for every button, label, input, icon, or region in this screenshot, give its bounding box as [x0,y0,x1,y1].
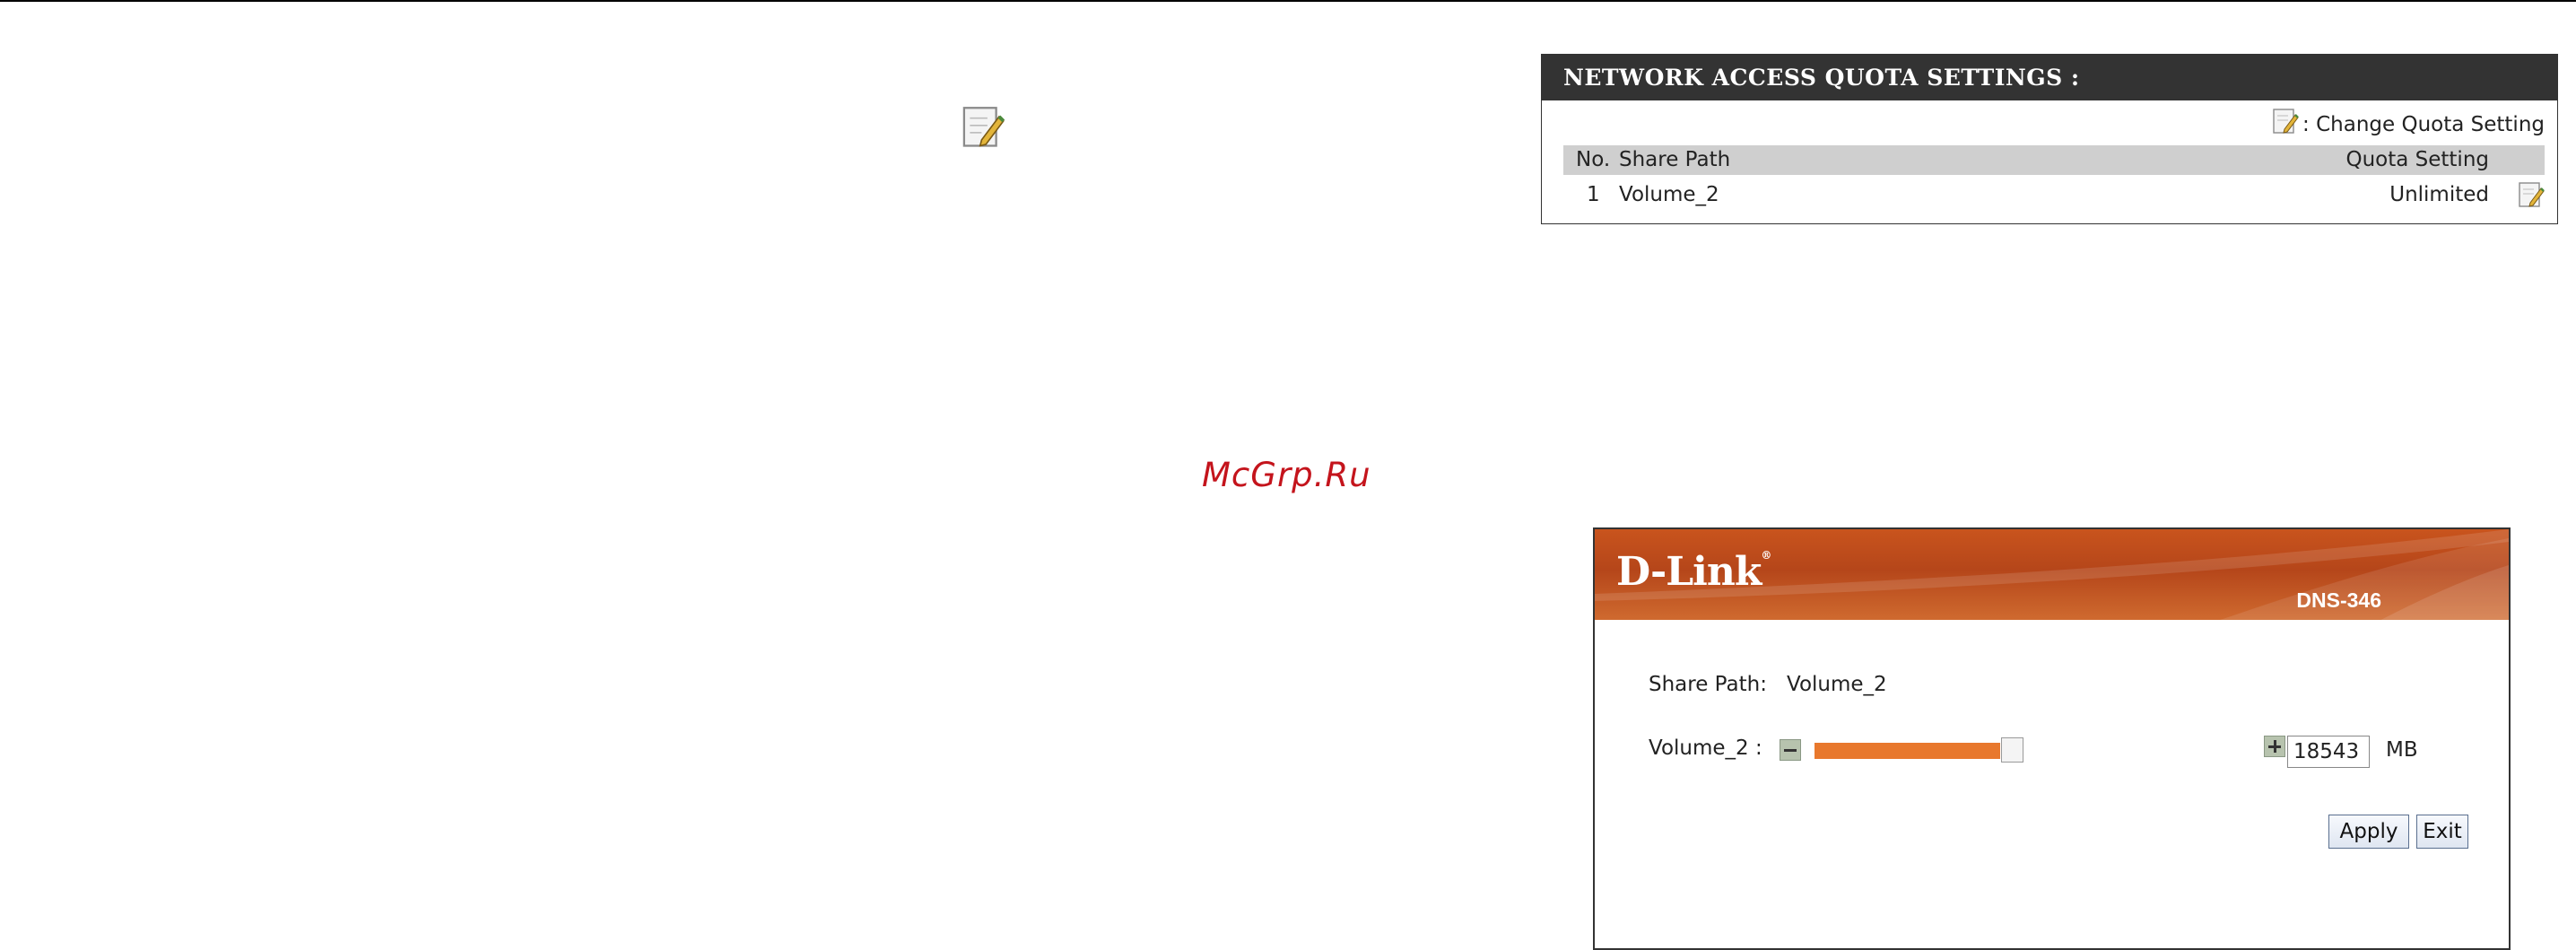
edit-note-icon [962,107,1005,147]
quota-settings-panel: NETWORK ACCESS QUOTA SETTINGS : : Change… [1541,54,2558,224]
model-name: DNS-346 [2296,588,2381,612]
quota-size-input[interactable] [2287,736,2370,768]
dlink-logo: D-Link® [1616,549,1771,595]
edit-quota-icon[interactable] [2518,181,2545,210]
column-header-share-path: Share Path [1619,148,1731,171]
increase-quota-button[interactable] [2264,736,2285,757]
exit-button[interactable]: Exit [2416,815,2468,849]
quota-legend: : Change Quota Setting [2272,108,2545,136]
quota-unit-label: MB [2386,738,2418,762]
column-header-no: No. [1576,148,1611,171]
table-row: 1 Volume_2 Unlimited [1563,175,2545,214]
quota-settings-title: NETWORK ACCESS QUOTA SETTINGS : [1542,55,2557,100]
quota-slider-handle[interactable] [2001,737,2023,763]
apply-button[interactable]: Apply [2328,815,2409,849]
quota-slider-fill [1815,743,2000,759]
edit-note-icon [2273,109,2299,134]
share-path-value: Volume_2 [1787,673,1887,696]
watermark-text: McGrp.Ru [1202,456,1371,494]
row-quota-setting: Unlimited [2389,183,2489,206]
quota-legend-label: : Change Quota Setting [2302,113,2545,136]
row-share-path: Volume_2 [1619,183,1719,206]
dialog-banner: D-Link® DNS-346 [1595,529,2509,620]
volume-label: Volume_2 : [1649,736,1762,760]
quota-table-header: No. Share Path Quota Setting [1563,145,2545,175]
share-path-label: Share Path: [1649,673,1767,696]
row-number: 1 [1587,183,1600,206]
top-rule [0,0,2576,2]
column-header-quota-setting: Quota Setting [2345,148,2489,171]
quota-dialog: D-Link® DNS-346 Share Path: Volume_2 Vol… [1593,527,2511,950]
decrease-quota-button[interactable] [1780,739,1801,761]
quota-slider[interactable] [1815,743,2021,759]
